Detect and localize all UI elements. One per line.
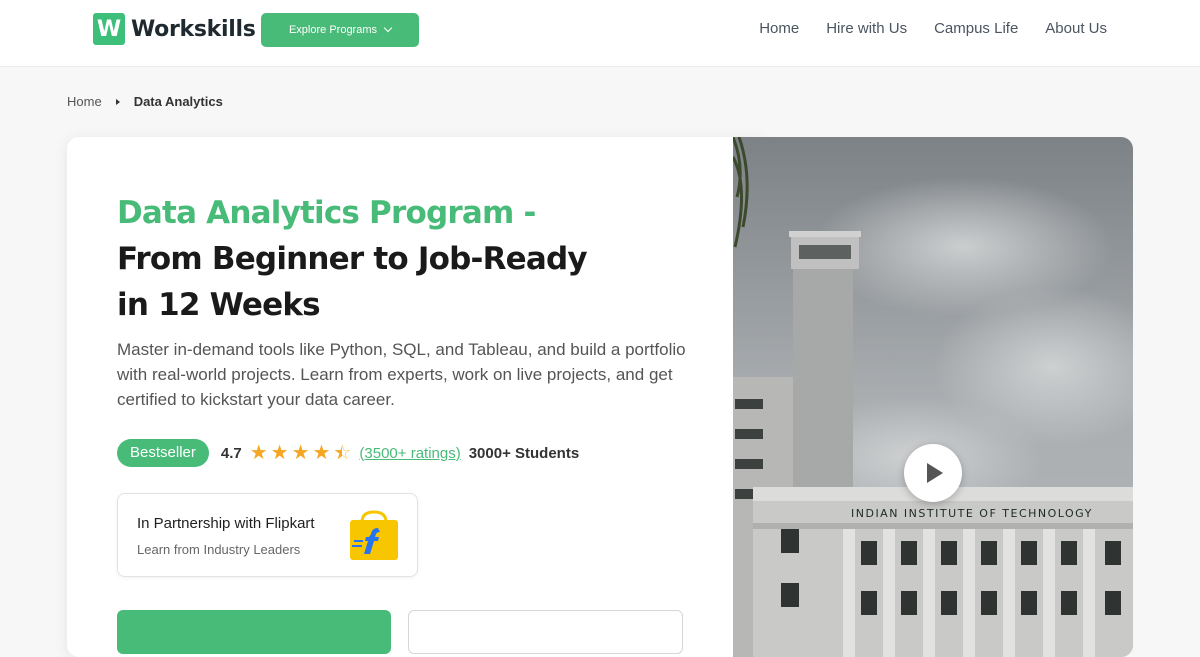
- star-icon: ★: [270, 442, 289, 464]
- star-icon: ★: [291, 442, 310, 464]
- star-icon: ★: [249, 442, 268, 464]
- primary-cta-button[interactable]: [117, 610, 391, 654]
- rating-value: 4.7: [220, 444, 242, 462]
- title-line-1: From Beginner to Job-Ready: [117, 241, 588, 277]
- main-nav: Home Hire with Us Campus Life About Us: [759, 20, 1107, 37]
- explore-programs-label: Explore Programs: [288, 24, 378, 36]
- play-icon: [927, 463, 943, 483]
- video-thumbnail[interactable]: INDIAN INSTITUTE OF TECHNOLOGY: [733, 137, 1133, 657]
- logo-text: Workskills: [131, 16, 256, 42]
- campus-building-image: INDIAN INSTITUTE OF TECHNOLOGY: [733, 137, 1133, 657]
- play-button[interactable]: [904, 444, 962, 502]
- building-sign-text: INDIAN INSTITUTE OF TECHNOLOGY: [851, 507, 1093, 520]
- partner-title: In Partnership with Flipkart: [137, 515, 315, 532]
- bestseller-badge: Bestseller: [117, 439, 209, 467]
- students-count: 3000+ Students: [468, 444, 580, 462]
- title-line-2: in 12 Weeks: [117, 287, 321, 323]
- rating-row: Bestseller 4.7 ★ ★ ★ ★ ☆ (3500+ ratings)…: [117, 438, 579, 468]
- chevron-down-icon: [383, 23, 393, 33]
- hero-description: Master in-demand tools like Python, SQL,…: [117, 340, 686, 409]
- flipkart-logo-icon: [350, 510, 398, 560]
- page-title: Data Analytics Program - From Beginner t…: [117, 190, 677, 328]
- site-header: W Workskills Explore Programs Home Hire …: [0, 0, 1200, 67]
- breadcrumb-home[interactable]: Home: [67, 94, 102, 109]
- nav-campus-life[interactable]: Campus Life: [934, 20, 1018, 37]
- nav-hire-with-us[interactable]: Hire with Us: [826, 20, 907, 37]
- partner-subtitle: Learn from Industry Leaders: [137, 542, 301, 557]
- star-icon: ★: [312, 442, 331, 464]
- workskills-logo[interactable]: W Workskills: [93, 13, 256, 45]
- breadcrumb-current: Data Analytics: [133, 94, 223, 109]
- rating-stars: ★ ★ ★ ★ ☆: [250, 443, 352, 463]
- caret-right-icon: [115, 98, 120, 105]
- star-half-icon: ☆: [333, 443, 351, 463]
- title-accent: Data Analytics Program -: [117, 195, 536, 231]
- nav-about-us[interactable]: About Us: [1045, 20, 1107, 37]
- explore-programs-button[interactable]: Explore Programs: [261, 13, 419, 47]
- nav-home[interactable]: Home: [759, 20, 799, 37]
- breadcrumb: Home Data Analytics: [67, 94, 223, 109]
- ratings-link[interactable]: (3500+ ratings): [359, 445, 460, 462]
- secondary-cta-button[interactable]: [408, 610, 683, 654]
- logo-mark-icon: W: [93, 13, 125, 45]
- partner-card: In Partnership with Flipkart Learn from …: [117, 493, 418, 577]
